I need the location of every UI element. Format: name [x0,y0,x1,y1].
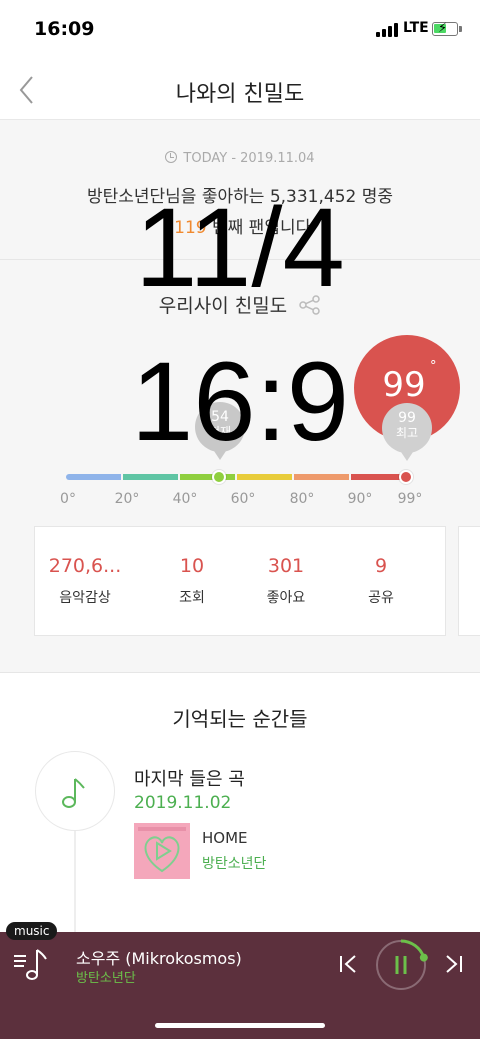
timeline-line [74,813,76,943]
gauge-segment [351,474,406,480]
gauge-best-dot [399,470,413,484]
score-degree: ° [430,359,437,374]
gauge-tick-label: 0° [60,491,76,507]
charging-icon: ⚡ [438,21,448,36]
stat-likes[interactable]: 301 좋아요 [236,555,336,607]
network-label: LTE [403,20,429,36]
stat-views-value: 10 [179,555,205,577]
gauge-segment [237,474,292,480]
playlist-icon[interactable] [12,944,52,984]
today-line: TODAY - 2019.11.04 [0,151,480,166]
stat-shares-value: 9 [374,555,388,577]
stat-views-label: 조회 [179,590,205,606]
status-bar: 16:09 LTE ⚡ [0,0,480,60]
gauge-segment [123,474,178,480]
next-icon [446,955,462,973]
clock-icon [165,151,178,163]
best-marker-tail [401,452,413,461]
gauge-tick-label: 40° [172,491,198,507]
gauge-tick-label: 99° [397,491,423,507]
playback-progress-ring [376,939,428,990]
today-text: TODAY - 2019.11.04 [183,151,315,166]
score-value: 99 [382,365,426,405]
status-time: 16:09 [34,18,95,40]
overlay-date: 11/4 [135,185,345,310]
moment-date: 2019.11.02 [134,793,232,813]
battery-cap [459,26,462,32]
stat-shares-label: 공유 [368,590,394,606]
page-title: 나와의 친밀도 [175,82,305,107]
timeline-node [35,751,115,831]
album-art[interactable] [134,823,190,879]
stat-listen[interactable]: 270,6... 음악감상 [35,555,135,607]
next-button[interactable] [442,953,464,975]
gauge-tick-label: 20° [114,491,140,507]
song-title[interactable]: HOME [202,829,248,847]
gauge-segment [294,474,349,480]
next-card-peek[interactable] [458,526,480,636]
player-title: 소우주 (Mikrokosmos) [76,949,242,968]
home-indicator [155,1023,325,1028]
pause-button[interactable] [374,938,428,992]
stat-likes-label: 좋아요 [266,590,306,606]
stat-shares[interactable]: 9 공유 [331,555,431,607]
music-tag: music [6,922,58,940]
album-cover-icon [134,823,190,879]
stat-views[interactable]: 10 조회 [142,555,242,607]
previous-button[interactable] [338,953,360,975]
overlay-time: 16:9 [131,339,349,464]
moments-title: 기억되는 순간들 [172,707,308,731]
best-marker: 99 최고 [382,403,432,453]
stat-listen-label: 음악감상 [59,590,111,606]
signal-icon [376,23,400,37]
best-label: 최고 [395,426,419,440]
gauge-tick-label: 60° [230,491,256,507]
previous-icon [340,955,356,973]
mini-player[interactable]: music 소우주 (Mikrokosmos) 방탄소년단 [0,922,480,1039]
intimacy-gauge [66,474,406,480]
stat-likes-value: 301 [267,555,305,577]
gauge-tick-label: 90° [347,491,373,507]
gauge-tick-label: 80° [289,491,315,507]
stats-card: 270,6... 음악감상 10 조회 301 좋아요 9 공유 [34,526,446,636]
player-artist: 방탄소년단 [76,971,136,986]
gauge-current-dot [212,470,226,484]
nav-bar: 나와의 친밀도 [0,60,480,120]
gauge-segment [66,474,121,480]
stat-listen-value: 270,6... [48,555,122,577]
music-note-icon [62,778,85,808]
song-artist[interactable]: 방탄소년단 [202,853,266,873]
moments-section: 기억되는 순간들 마지막 들은 곡 2019.11.02 HOME 방탄소년단 [0,672,480,943]
best-value: 99 [398,410,416,426]
moment-label: 마지막 들은 곡 [134,769,245,790]
gauge-segment [180,474,235,480]
